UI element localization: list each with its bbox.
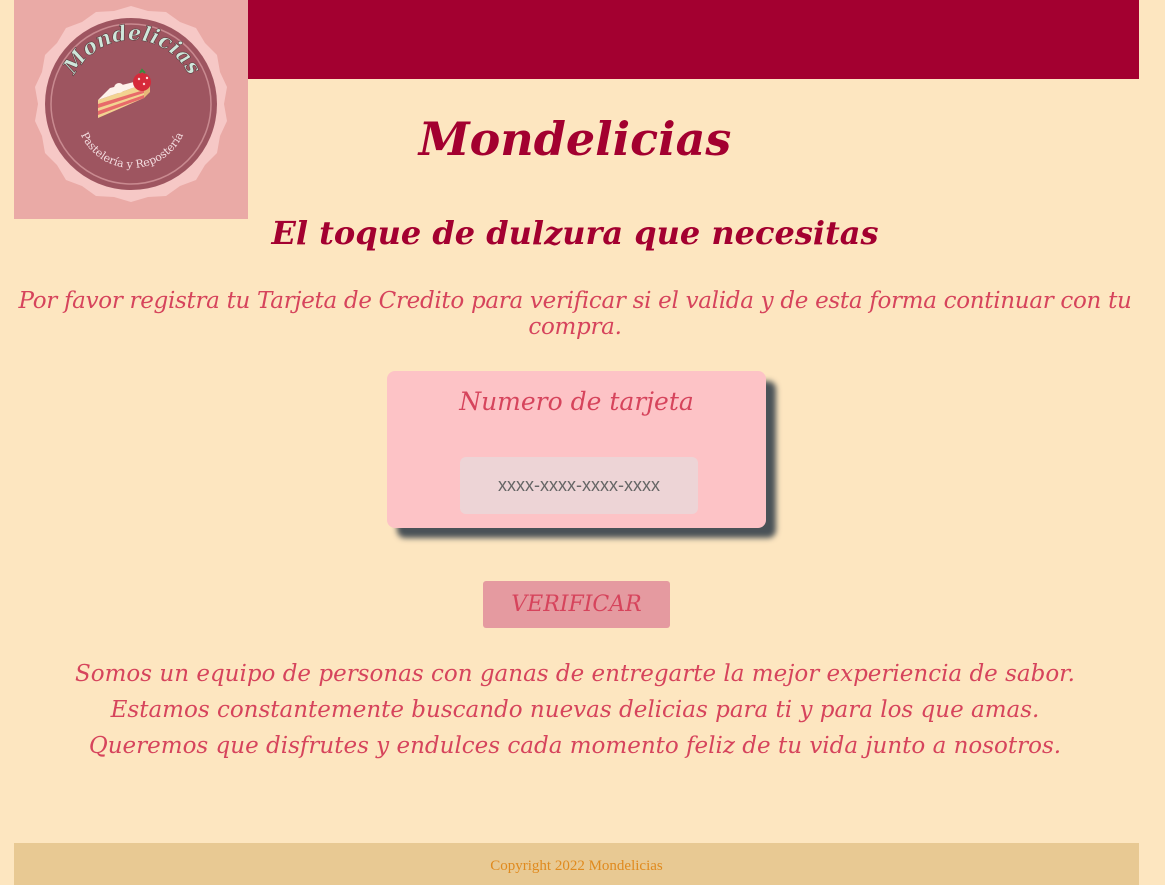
card-number-input[interactable] (460, 457, 698, 514)
card-number-label: Numero de tarjeta (459, 387, 694, 416)
logo: Mondelicias Pastelería y Repostería (14, 0, 248, 219)
card-form: Numero de tarjeta (387, 371, 766, 528)
page-title: Mondelicias (418, 112, 732, 166)
header-bar (246, 0, 1139, 79)
about-line: Queremos que disfrutes y endulces cada m… (88, 733, 1062, 759)
cake-logo-icon: Mondelicias Pastelería y Repostería (35, 6, 227, 202)
about-line: Estamos constantemente buscando nuevas d… (110, 697, 1040, 723)
copyright-text: Copyright 2022 Mondelicias (490, 858, 663, 874)
footer: Copyright 2022 Mondelicias (14, 843, 1139, 885)
tagline: El toque de dulzura que necesitas (271, 214, 879, 252)
instructions-text: Por favor registra tu Tarjeta de Credito… (18, 288, 1132, 340)
about-text: Somos un equipo de personas con ganas de… (0, 656, 1150, 764)
about-line: Somos un equipo de personas con ganas de… (75, 661, 1075, 687)
verify-button[interactable]: VERIFICAR (483, 581, 670, 628)
